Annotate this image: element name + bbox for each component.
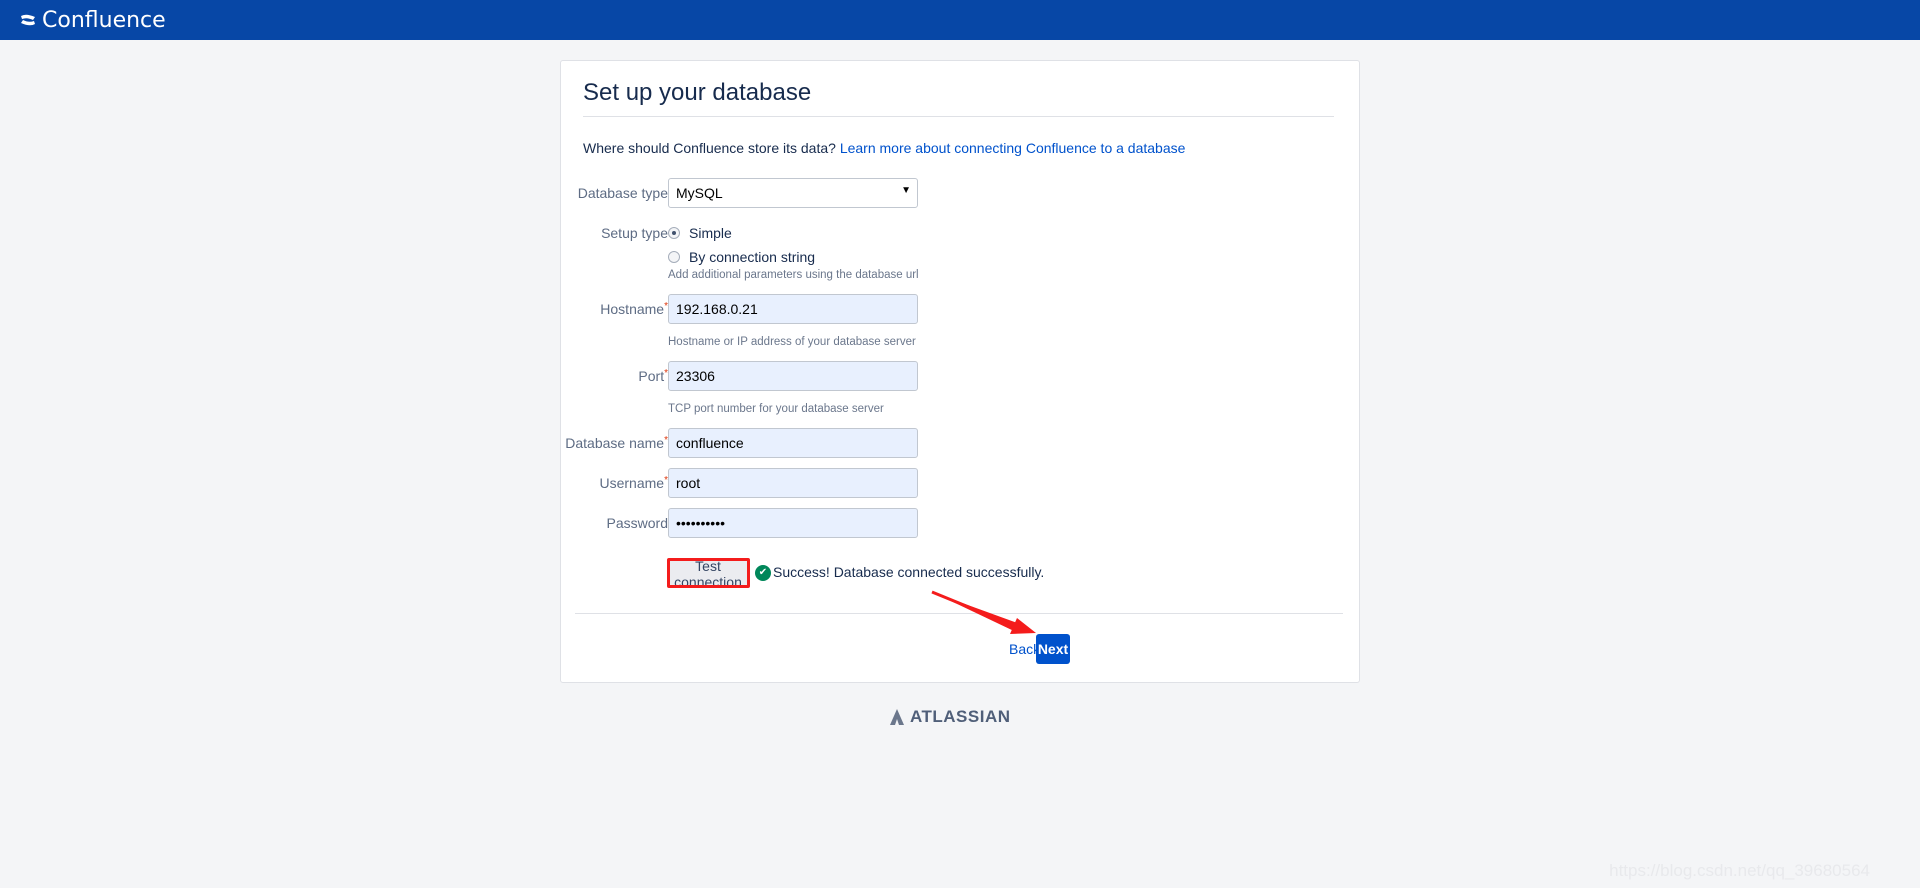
database-type-label: Database type: [577, 185, 668, 201]
footer-divider: [575, 613, 1343, 614]
radio-connection-string[interactable]: By connection string: [668, 249, 815, 265]
learn-more-link[interactable]: Learn more about connecting Confluence t…: [840, 140, 1186, 156]
radio-simple[interactable]: Simple: [668, 225, 732, 241]
database-type-select[interactable]: MySQL ▼: [668, 178, 918, 208]
title-divider: [583, 116, 1334, 117]
port-help: TCP port number for your database server: [668, 403, 884, 415]
dropdown-arrow-icon: ▼: [901, 185, 911, 196]
setup-type-label: Setup type: [601, 225, 668, 241]
database-name-input[interactable]: confluence: [668, 428, 918, 458]
setup-type-help: Add additional parameters using the data…: [668, 269, 919, 281]
top-bar: Confluence: [0, 0, 1920, 40]
atlassian-logo-icon: [890, 709, 904, 725]
password-label: Password: [606, 515, 668, 531]
next-button[interactable]: Next: [1036, 634, 1070, 664]
intro-text: Where should Confluence store its data? …: [583, 140, 1186, 156]
confluence-logo-icon: [21, 14, 35, 26]
username-label: Username*: [599, 475, 669, 491]
port-label: Port*: [638, 368, 668, 384]
setup-database-panel: Set up your database Where should Conflu…: [560, 60, 1360, 683]
radio-checked-icon[interactable]: [668, 227, 680, 239]
check-circle-icon: ✔: [755, 565, 771, 581]
username-input[interactable]: root: [668, 468, 918, 498]
test-connection-button[interactable]: Test connection: [667, 558, 749, 590]
atlassian-logo: ATLASSIAN: [890, 707, 1011, 727]
hostname-input[interactable]: 192.168.0.21: [668, 294, 918, 324]
hostname-label: Hostname*: [600, 301, 668, 317]
database-name-label: Database name*: [565, 435, 668, 451]
connection-status: Success! Database connected successfully…: [773, 564, 1045, 580]
hostname-help: Hostname or IP address of your database …: [668, 336, 916, 348]
watermark: https://blog.csdn.net/qq_39680564: [1609, 861, 1870, 880]
port-input[interactable]: 23306: [668, 361, 918, 391]
app-name[interactable]: Confluence: [42, 8, 166, 33]
radio-unchecked-icon[interactable]: [668, 251, 680, 263]
password-input[interactable]: ••••••••••: [668, 508, 918, 538]
page-title: Set up your database: [583, 79, 812, 106]
